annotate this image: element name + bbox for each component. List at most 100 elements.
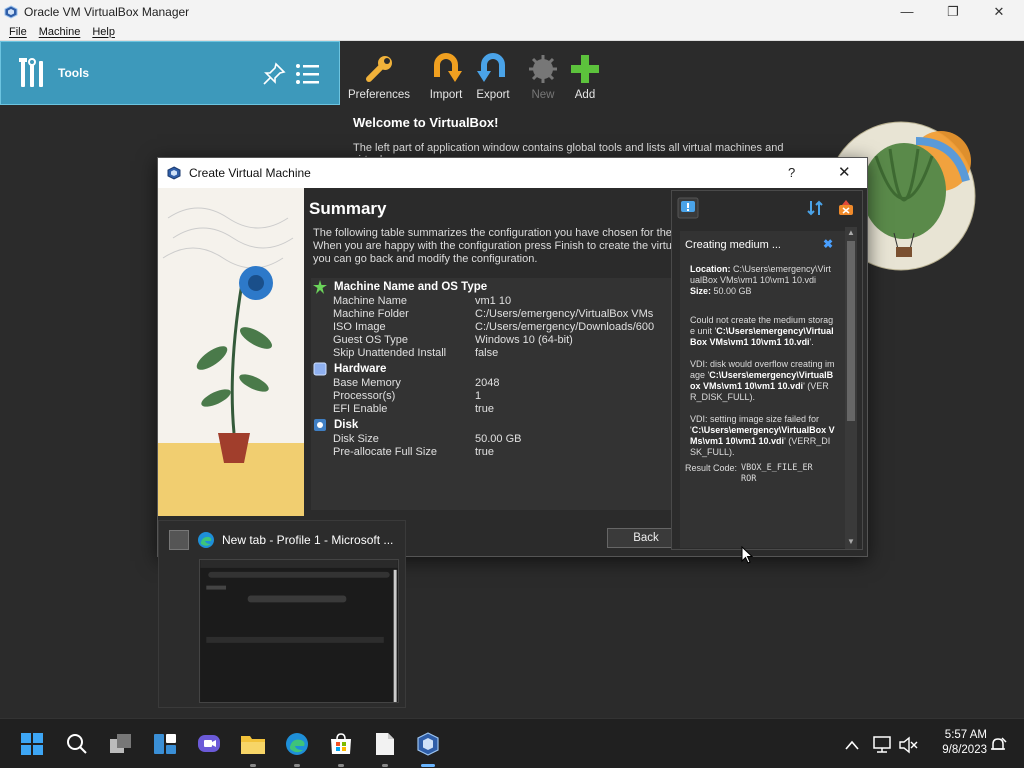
list-menu-icon[interactable] xyxy=(295,62,321,86)
row-key: Pre-allocate Full Size xyxy=(333,446,437,458)
menu-file[interactable]: File xyxy=(9,26,27,38)
row-key: Machine Name xyxy=(333,295,407,307)
summary-line-3: you can go back and modify the configura… xyxy=(313,253,538,265)
row-value: C:/Users/emergency/VirtualBox VMs xyxy=(475,308,654,320)
summary-title: Summary xyxy=(309,199,387,218)
notifications-button[interactable] xyxy=(986,733,1010,757)
chevron-up-icon xyxy=(845,740,859,750)
sort-icon[interactable] xyxy=(806,199,824,217)
clock-time: 5:57 AM xyxy=(944,729,987,741)
tools-item[interactable]: Tools xyxy=(0,41,340,105)
result-code-label: Result Code: xyxy=(685,463,738,473)
section-title: Hardware xyxy=(334,362,387,375)
edge-icon xyxy=(198,532,214,548)
clear-notifications-icon[interactable] xyxy=(837,199,855,217)
teams-chat-button[interactable] xyxy=(196,731,222,757)
virtualbox-active-indicator xyxy=(421,764,435,767)
message-1-end: '. xyxy=(809,337,814,347)
row-value: false xyxy=(475,347,499,359)
task-view-button[interactable] xyxy=(108,731,134,757)
section-title: Disk xyxy=(334,418,359,431)
summary-line-1: The following table summarizes the confi… xyxy=(313,227,672,239)
document-icon xyxy=(376,733,394,755)
network-button[interactable] xyxy=(870,733,894,757)
pin-icon[interactable] xyxy=(261,61,287,87)
notification-alert-icon[interactable] xyxy=(677,197,699,219)
minimize-button[interactable]: — xyxy=(884,0,930,23)
dialog-close-button[interactable]: ✕ xyxy=(838,163,851,181)
store-button[interactable] xyxy=(328,731,354,757)
scroll-down-icon[interactable]: ▼ xyxy=(846,537,856,547)
maximize-button[interactable]: ❐ xyxy=(930,0,976,23)
notepad-running-indicator xyxy=(382,764,388,767)
virtualbox-dialog-icon xyxy=(167,166,181,180)
notepad-button[interactable] xyxy=(372,731,398,757)
notification-close-icon[interactable]: ✖ xyxy=(823,237,833,251)
summary-description: The following table summarizes the confi… xyxy=(313,227,673,266)
file-explorer-button[interactable] xyxy=(240,731,266,757)
add-button[interactable]: Add xyxy=(553,49,617,101)
import-icon xyxy=(434,53,462,82)
row-key: EFI Enable xyxy=(333,403,388,415)
store-running-indicator xyxy=(338,764,344,767)
scroll-up-icon[interactable]: ▲ xyxy=(846,228,856,238)
add-label: Add xyxy=(574,89,596,101)
menu-help[interactable]: Help xyxy=(92,26,115,38)
preferences-label: Preferences xyxy=(347,89,410,101)
widgets-icon xyxy=(154,734,176,754)
disk-section-icon xyxy=(314,418,326,431)
result-code-value: VBOX_E_FILE_ERROR xyxy=(741,463,813,484)
start-button[interactable] xyxy=(19,731,45,757)
edge-browser-icon xyxy=(286,733,308,755)
import-label: Import xyxy=(429,89,463,101)
machine-name-section-icon xyxy=(313,279,327,294)
table-row: EFI Enable true xyxy=(311,403,671,416)
volume-button[interactable] xyxy=(896,733,920,757)
size-label: Size: xyxy=(690,286,712,296)
section-hardware: Hardware xyxy=(311,360,671,377)
volume-muted-icon xyxy=(899,736,918,754)
preferences-button[interactable]: Preferences xyxy=(347,49,411,101)
section-title: Machine Name and OS Type xyxy=(334,280,488,293)
notification-center: Creating medium ... ✖ Location: C:\Users… xyxy=(671,190,863,550)
tools-label: Tools xyxy=(58,66,90,80)
close-window-button[interactable]: ✕ xyxy=(976,0,1022,23)
row-value: C:/Users/emergency/Downloads/600 xyxy=(475,321,655,333)
notification-heading: Creating medium ... xyxy=(685,239,781,251)
widgets-button[interactable] xyxy=(152,731,178,757)
table-row: Pre-allocate Full Size true xyxy=(311,446,671,459)
dialog-title: Create Virtual Machine xyxy=(189,166,311,180)
location-label: Location: xyxy=(690,264,731,274)
notification-scrollbar[interactable]: ▲ ▼ xyxy=(845,227,857,549)
virtualbox-taskbar-button[interactable] xyxy=(415,731,441,757)
show-hidden-icons-button[interactable] xyxy=(842,735,862,755)
taskbar-thumbnail-popup[interactable]: New tab - Profile 1 - Microsoft ... xyxy=(158,520,406,708)
row-key: Machine Folder xyxy=(333,308,409,320)
section-machine-name: Machine Name and OS Type xyxy=(311,278,671,295)
notification-card: Creating medium ... ✖ Location: C:\Users… xyxy=(680,231,845,548)
clock-date: 9/8/2023 xyxy=(942,744,987,756)
menu-machine[interactable]: Machine xyxy=(39,26,81,38)
row-key: Base Memory xyxy=(333,377,401,389)
export-icon xyxy=(477,53,505,82)
tools-icon xyxy=(19,58,43,87)
preferences-icon xyxy=(366,56,392,82)
edge-running-indicator xyxy=(294,764,300,767)
search-button[interactable] xyxy=(64,731,90,757)
main-titlebar: Oracle VM VirtualBox Manager xyxy=(0,0,1024,23)
row-key: Guest OS Type xyxy=(333,334,409,346)
add-icon xyxy=(571,55,599,83)
summary-line-2: When you are happy with the configuratio… xyxy=(313,240,672,252)
row-value: true xyxy=(475,446,494,458)
row-key: ISO Image xyxy=(333,321,386,333)
table-row: Guest OS Type Windows 10 (64-bit) xyxy=(311,334,671,347)
thumbnail-placeholder xyxy=(169,530,189,550)
mouse-cursor-icon xyxy=(741,546,753,564)
row-value: vm1 10 xyxy=(475,295,512,307)
row-key: Processor(s) xyxy=(333,390,396,402)
browser-preview-image xyxy=(199,559,399,703)
system-clock[interactable]: 5:57 AM 9/8/2023 xyxy=(925,728,987,758)
dialog-help-button[interactable]: ? xyxy=(788,165,795,180)
scroll-thumb[interactable] xyxy=(847,241,855,421)
edge-taskbar-button[interactable] xyxy=(284,731,310,757)
